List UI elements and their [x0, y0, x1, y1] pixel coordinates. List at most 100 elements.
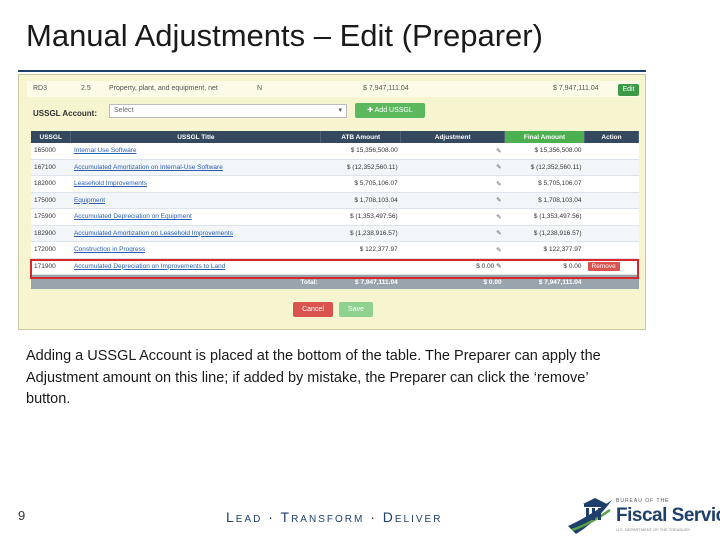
line-amount-2: $ 7,947,111.04: [553, 85, 599, 92]
col-ussgl-title[interactable]: USSGL Title: [70, 131, 322, 143]
action-cell: [584, 192, 639, 209]
ussgl-code: 175000: [31, 192, 71, 209]
ussgl-title-link[interactable]: Construction in Progress: [70, 241, 321, 259]
line-code: RD3: [33, 85, 48, 92]
app-content: RD3 2.5 Property, plant, and equipment, …: [27, 79, 639, 323]
col-final-amount[interactable]: Final Amount: [504, 131, 585, 143]
ussgl-table: USSGL USSGL Title ATB Amount Adjustment …: [31, 131, 639, 289]
final-amount: $ 1,708,103.04: [504, 192, 585, 209]
total-label: Total:: [70, 274, 321, 289]
table-row: 172000 Construction in Progress $ 122,37…: [31, 241, 639, 259]
table-row: 167100 Accumulated Amortization on Inter…: [31, 159, 639, 176]
line-amount-1: $ 7,947,111.04: [363, 85, 409, 92]
app-screenshot: RD3 2.5 Property, plant, and equipment, …: [18, 74, 646, 330]
save-button[interactable]: Save: [339, 302, 373, 317]
action-cell: [584, 225, 639, 242]
title-divider: [18, 70, 646, 72]
atb-amount: $ 122,377.97: [320, 241, 401, 259]
pencil-icon[interactable]: ✎: [400, 175, 505, 193]
treasury-building-icon: [568, 498, 612, 534]
atb-amount: $ (12,352,560.11): [320, 159, 401, 176]
table-row: 175000 Equipment $ 1,708,103.04 ✎ $ 1,70…: [31, 192, 639, 209]
pencil-icon[interactable]: ✎: [400, 159, 505, 176]
adjustment-value: $ 0.00: [476, 263, 495, 271]
select-placeholder: Select: [114, 107, 134, 114]
final-amount: $ 15,356,508.00: [504, 143, 585, 160]
new-ussgl-row: 171900 Accumulated Depreciation on Impro…: [31, 258, 639, 275]
ussgl-title-link[interactable]: Leasehold Improvements: [70, 175, 321, 193]
add-ussgl-button[interactable]: ✚ Add USSGL: [355, 103, 425, 118]
col-ussgl[interactable]: USSGL: [31, 131, 72, 143]
atb-amount: [320, 258, 401, 275]
col-action: Action: [584, 131, 639, 143]
pencil-icon[interactable]: ✎: [400, 208, 505, 226]
ussgl-account-select[interactable]: Select ▾: [109, 104, 347, 118]
pencil-icon[interactable]: ✎: [400, 225, 505, 242]
remove-button[interactable]: Remove: [587, 261, 620, 271]
col-atb-amount[interactable]: ATB Amount: [320, 131, 402, 143]
ussgl-title-link[interactable]: Accumulated Amortization on Internal-Use…: [70, 159, 321, 176]
slide-title: Manual Adjustments – Edit (Preparer): [26, 18, 543, 53]
line-flag: N: [257, 85, 263, 92]
line-number: 2.5: [81, 85, 91, 92]
edit-button[interactable]: Edit: [618, 84, 639, 96]
ussgl-title-link[interactable]: Accumulated Depreciation on Equipment: [70, 208, 321, 226]
page-number: 9: [18, 508, 26, 523]
atb-amount: $ 15,356,508.00: [320, 143, 401, 160]
final-amount: $ 122,377.97: [504, 241, 585, 259]
final-amount: $ 0.00: [504, 258, 585, 275]
ussgl-title-link[interactable]: Accumulated Depreciation on Improvements…: [70, 258, 321, 275]
final-amount: $ (1,238,916.57): [504, 225, 585, 242]
pencil-icon[interactable]: ✎: [400, 143, 505, 160]
ussgl-code: 167100: [31, 159, 71, 176]
line-item-row: RD3 2.5 Property, plant, and equipment, …: [27, 81, 639, 97]
ussgl-title-link[interactable]: Equipment: [70, 192, 321, 209]
atb-amount: $ 5,705,106.07: [320, 175, 401, 193]
cancel-button[interactable]: Cancel: [293, 302, 333, 317]
fiscal-service-logo: BUREAU OF THE Fiscal Service U.S. DEPART…: [566, 496, 720, 536]
table-row: 182000 Leasehold Improvements $ 5,705,10…: [31, 175, 639, 193]
totals-row: Total: $ 7,947,111.04 $ 0.00 $ 7,947,111…: [31, 274, 639, 289]
total-final: $ 7,947,111.04: [504, 274, 585, 289]
total-empty: [31, 274, 71, 289]
ussgl-account-label: USSGL Account:: [33, 109, 98, 118]
ussgl-code: 182000: [31, 175, 71, 193]
ussgl-title-link[interactable]: Internal Use Software: [70, 143, 321, 160]
action-cell: Remove: [584, 258, 639, 275]
footer-tagline: Lead · Transform · Deliver: [226, 509, 443, 525]
col-adjustment[interactable]: Adjustment: [400, 131, 506, 143]
line-item-label: Property, plant, and equipment, net: [109, 85, 218, 92]
pencil-icon[interactable]: ✎: [400, 241, 505, 259]
adjustment-amount[interactable]: $ 0.00 ✎: [400, 258, 505, 275]
table-row: 165000 Internal Use Software $ 15,356,50…: [31, 143, 639, 160]
table-row: 175900 Accumulated Depreciation on Equip…: [31, 208, 639, 226]
atb-amount: $ (1,353,497.56): [320, 208, 401, 226]
slide-caption: Adding a USSGL Account is placed at the …: [26, 348, 601, 407]
ussgl-code: 165000: [31, 143, 71, 160]
pencil-icon[interactable]: ✎: [400, 192, 505, 209]
logo-name: Fiscal Service: [616, 505, 720, 526]
total-action: [584, 274, 639, 289]
atb-amount: $ (1,238,916.57): [320, 225, 401, 242]
final-amount: $ (1,353,497.56): [504, 208, 585, 226]
pencil-icon[interactable]: ✎: [496, 263, 501, 270]
total-atb: $ 7,947,111.04: [320, 274, 401, 289]
action-cell: [584, 159, 639, 176]
logo-top-text: BUREAU OF THE: [616, 498, 670, 504]
action-cell: [584, 175, 639, 193]
add-ussgl-label: Add USSGL: [374, 107, 413, 114]
action-cell: [584, 143, 639, 160]
final-amount: $ (12,352,560.11): [504, 159, 585, 176]
table-row: 182900 Accumulated Amortization on Lease…: [31, 225, 639, 242]
ussgl-title-link[interactable]: Accumulated Amortization on Leasehold Im…: [70, 225, 321, 242]
ussgl-code: 182900: [31, 225, 71, 242]
logo-sub-text: U.S. DEPARTMENT OF THE TREASURY: [616, 527, 691, 532]
ussgl-code: 172000: [31, 241, 71, 259]
final-amount: $ 5,705,106.07: [504, 175, 585, 193]
plus-icon: ✚: [367, 107, 374, 114]
action-cell: [584, 208, 639, 226]
atb-amount: $ 1,708,103.04: [320, 192, 401, 209]
action-cell: [584, 241, 639, 259]
total-adjustment: $ 0.00: [400, 274, 505, 289]
ussgl-code: 175900: [31, 208, 71, 226]
